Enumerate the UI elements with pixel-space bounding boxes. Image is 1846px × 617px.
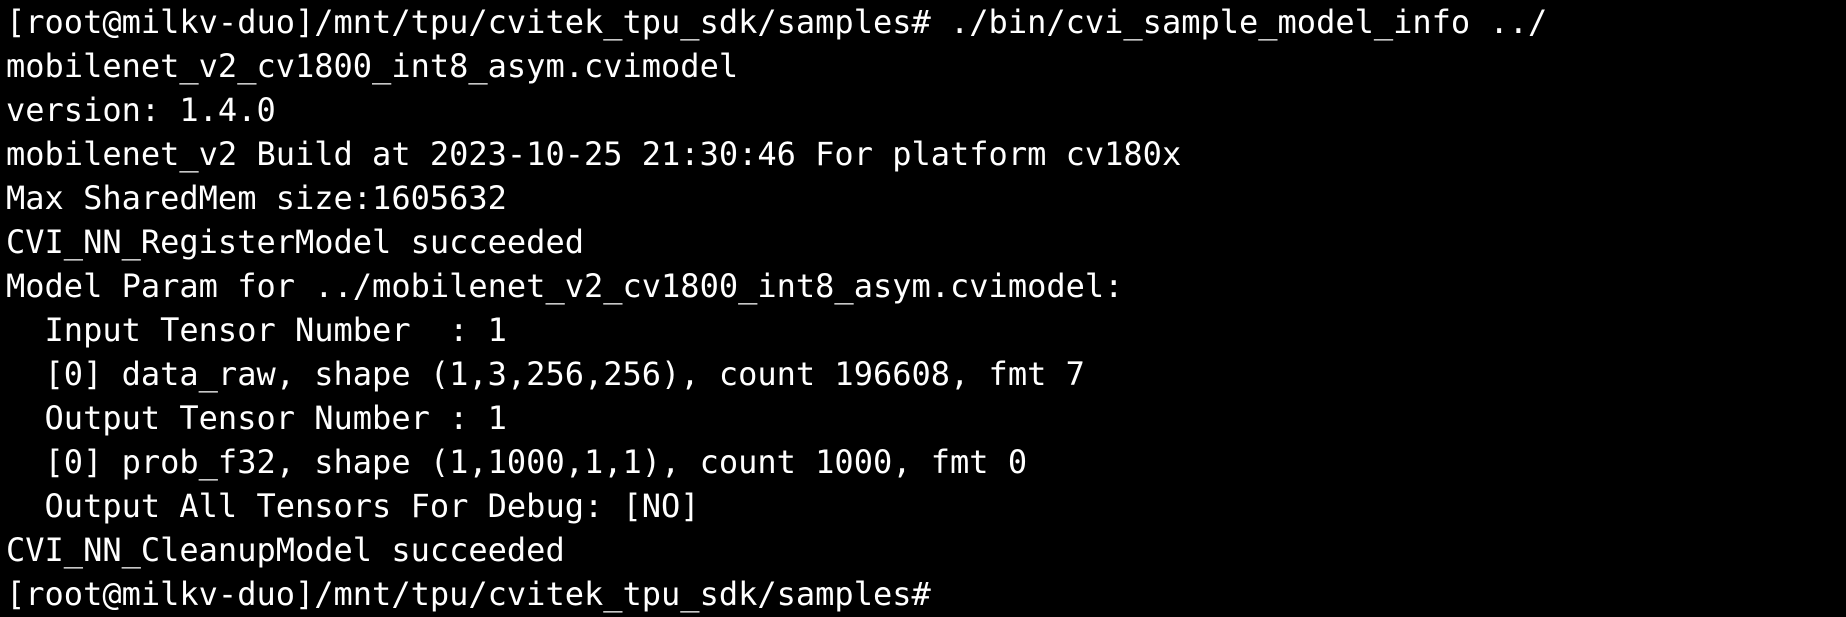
terminal-prompt: [root@milkv-duo]/mnt/tpu/cvitek_tpu_sdk/… [6,575,951,613]
terminal-line-version: version: 1.4.0 [6,91,276,129]
terminal-line-input-tensor-number: Input Tensor Number : 1 [6,311,507,349]
terminal-line-model-param: Model Param for ../mobilenet_v2_cv1800_i… [6,267,1124,305]
terminal-line-debug-tensors: Output All Tensors For Debug: [NO] [6,487,700,525]
terminal-line-command: [root@milkv-duo]/mnt/tpu/cvitek_tpu_sdk/… [6,3,1548,41]
terminal-line-cleanup-model: CVI_NN_CleanupModel succeeded [6,531,565,569]
terminal-prompt-line[interactable]: [root@milkv-duo]/mnt/tpu/cvitek_tpu_sdk/… [6,572,1846,616]
terminal-line-register-model: CVI_NN_RegisterModel succeeded [6,223,584,261]
terminal-line-output-tensor-number: Output Tensor Number : 1 [6,399,507,437]
terminal-line-build-info: mobilenet_v2 Build at 2023-10-25 21:30:4… [6,135,1182,173]
terminal-cursor [950,577,968,613]
terminal-line-output-tensor-0: [0] prob_f32, shape (1,1000,1,1), count … [6,443,1028,481]
terminal-line-command-continuation: mobilenet_v2_cv1800_int8_asym.cvimodel [6,47,739,85]
terminal-window[interactable]: [root@milkv-duo]/mnt/tpu/cvitek_tpu_sdk/… [0,0,1846,617]
terminal-line-shared-mem: Max SharedMem size:1605632 [6,179,507,217]
terminal-line-input-tensor-0: [0] data_raw, shape (1,3,256,256), count… [6,355,1085,393]
